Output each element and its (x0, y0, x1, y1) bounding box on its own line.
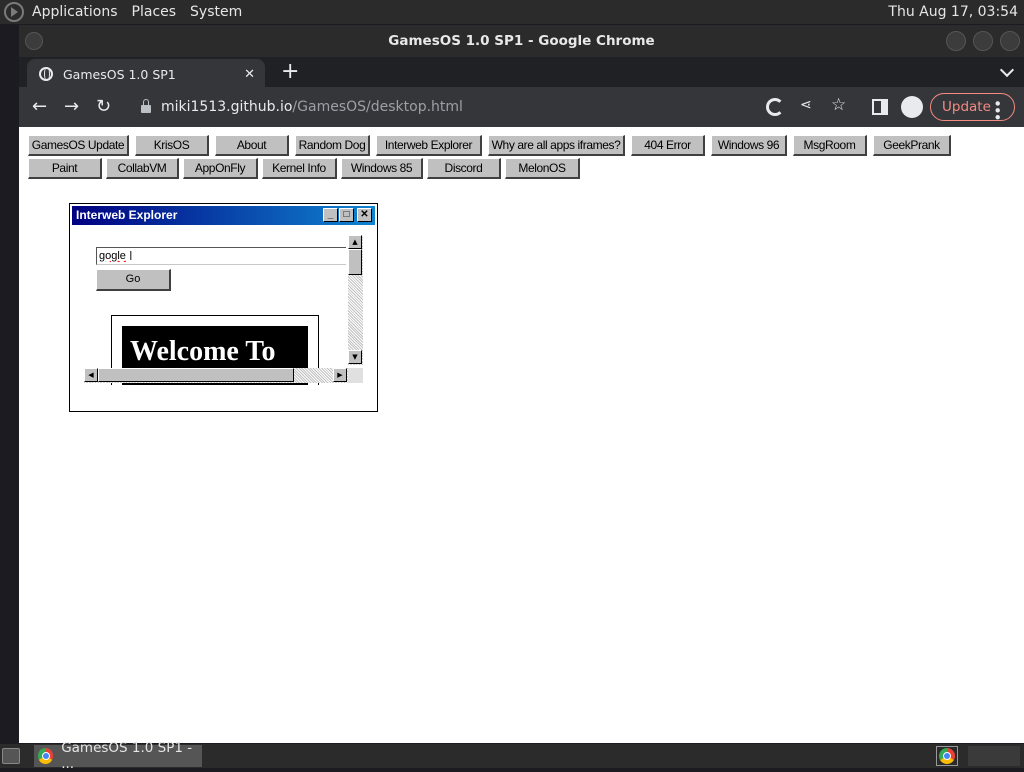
scroll-up-arrow-icon[interactable]: ▲ (348, 235, 362, 249)
bottom-taskbar: GamesOS 1.0 SP1 - ... (0, 740, 1024, 772)
window-title: GamesOS 1.0 SP1 - Google Chrome (388, 33, 655, 49)
app-button-geekprank[interactable]: GeekPrank (873, 135, 951, 156)
app-button-apponfly[interactable]: AppOnFly (183, 158, 258, 179)
back-button[interactable]: ← (32, 96, 47, 117)
app-button-404-error[interactable]: 404 Error (631, 135, 705, 156)
browser-toolbar: ← → ↻ miki1513.github.io /GamesOS/deskto… (19, 87, 1024, 127)
app-button-interweb-explorer[interactable]: Interweb Explorer (376, 135, 482, 156)
ie-url-input[interactable] (96, 247, 346, 265)
ie-maximize-button[interactable]: □ (339, 208, 354, 222)
text-cursor-icon: I (129, 249, 133, 263)
chrome-window: GamesOS 1.0 SP1 - Google Chrome GamesOS … (19, 25, 1024, 743)
window-titlebar[interactable]: GamesOS 1.0 SP1 - Google Chrome (19, 25, 1024, 57)
chrome-icon (939, 748, 955, 764)
bookmark-star-icon[interactable]: ☆ (831, 95, 849, 115)
profile-avatar-icon[interactable] (901, 96, 923, 118)
show-desktop-icon[interactable] (2, 748, 20, 764)
forward-button[interactable]: → (64, 96, 79, 117)
window-menu-icon[interactable] (25, 32, 43, 50)
tab-search-chevron-icon[interactable] (999, 62, 1015, 78)
horizontal-scroll-thumb[interactable] (98, 368, 294, 382)
interweb-explorer-window: Interweb Explorer _ □ ✕ I Go Welcome To … (69, 203, 378, 412)
distro-logo-icon[interactable] (4, 2, 24, 22)
clock[interactable]: Thu Aug 17, 03:54 (888, 4, 1018, 20)
vertical-scroll-thumb[interactable] (348, 249, 362, 275)
update-label: Update (942, 99, 991, 115)
taskbar-item-chrome[interactable]: GamesOS 1.0 SP1 - ... (34, 740, 202, 772)
app-button-collabvm[interactable]: CollabVM (106, 158, 179, 179)
scroll-right-arrow-icon[interactable]: ▶ (333, 368, 347, 382)
scroll-left-arrow-icon[interactable]: ◀ (84, 368, 98, 382)
scrollbar-corner (348, 368, 363, 383)
workspace-switcher[interactable] (968, 746, 1020, 766)
ie-close-button[interactable]: ✕ (357, 208, 372, 222)
minimize-window-button[interactable] (946, 31, 966, 51)
ie-titlebar[interactable]: Interweb Explorer _ □ ✕ (72, 206, 375, 225)
chrome-icon (38, 748, 54, 764)
ie-content-frame: I Go Welcome To (84, 235, 363, 385)
scroll-down-arrow-icon[interactable]: ▼ (348, 350, 362, 364)
url-host: miki1513.github.io (161, 99, 293, 115)
app-button-msgroom[interactable]: MsgRoom (793, 135, 867, 156)
app-button-krisos[interactable]: KrisOS (135, 135, 209, 156)
maximize-window-button[interactable] (973, 31, 993, 51)
ie-go-button[interactable]: Go (96, 269, 171, 291)
share-icon[interactable]: ⋖ (800, 97, 818, 115)
close-window-button[interactable] (1000, 31, 1020, 51)
new-tab-button[interactable]: + (281, 60, 299, 84)
ie-window-title: Interweb Explorer (76, 208, 178, 222)
update-button[interactable]: Update ••• (930, 93, 1015, 121)
tray-chrome-icon[interactable] (936, 746, 958, 766)
system-menu[interactable]: System (190, 4, 242, 20)
app-button-windows-96[interactable]: Windows 96 (711, 135, 787, 156)
taskbar-item-label: GamesOS 1.0 SP1 - ... (61, 740, 193, 772)
app-button-gamesos-update[interactable]: GamesOS Update (28, 135, 129, 156)
app-button-why-iframes[interactable]: Why are all apps iframes? (488, 135, 625, 156)
reload-button[interactable]: ↻ (96, 96, 111, 117)
app-button-kernel-info[interactable]: Kernel Info (262, 158, 337, 179)
app-button-about[interactable]: About (215, 135, 289, 156)
tab-title: GamesOS 1.0 SP1 (63, 66, 176, 82)
app-button-paint[interactable]: Paint (28, 158, 102, 179)
places-menu[interactable]: Places (132, 4, 177, 20)
app-button-discord[interactable]: Discord (427, 158, 501, 179)
app-button-windows-85[interactable]: Windows 85 (341, 158, 423, 179)
ie-horizontal-scrollbar[interactable]: ◀ ▶ (84, 368, 348, 383)
url-path: /GamesOS/desktop.html (292, 99, 463, 115)
ie-vertical-scrollbar[interactable]: ▲ ▼ (348, 235, 363, 365)
address-bar[interactable]: miki1513.github.io /GamesOS/desktop.html (129, 91, 845, 123)
webpage-desktop: GamesOS Update KrisOS About Random Dog I… (19, 127, 1024, 743)
top-panel: Applications Places System Thu Aug 17, 0… (0, 0, 1024, 24)
chrome-menu-icon[interactable]: ••• (988, 99, 1006, 120)
google-lens-icon[interactable] (766, 98, 784, 116)
app-button-melonos[interactable]: MelonOS (505, 158, 580, 179)
globe-icon (39, 67, 53, 81)
app-button-random-dog[interactable]: Random Dog (295, 135, 370, 156)
lock-icon[interactable] (141, 99, 151, 113)
tab-strip: GamesOS 1.0 SP1 ✕ + (19, 57, 1024, 89)
ie-minimize-button[interactable]: _ (323, 208, 338, 222)
side-panel-icon[interactable] (872, 99, 888, 115)
tab-close-icon[interactable]: ✕ (244, 67, 255, 82)
tab-gamesos[interactable]: GamesOS 1.0 SP1 ✕ (27, 59, 265, 89)
applications-menu[interactable]: Applications (32, 4, 118, 20)
